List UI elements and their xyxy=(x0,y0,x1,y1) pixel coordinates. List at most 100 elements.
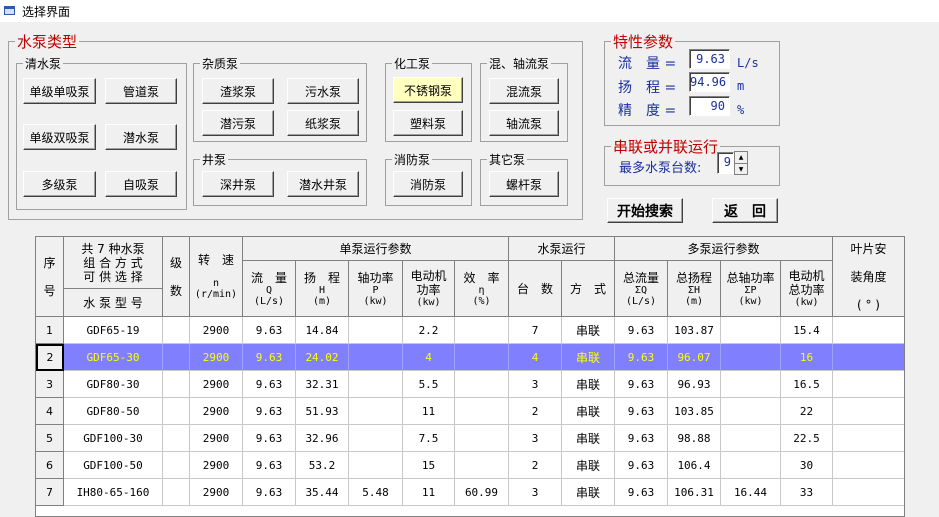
table-cell[interactable]: 2900 xyxy=(190,398,243,425)
table-cell[interactable]: 9.63 xyxy=(243,344,296,371)
table-cell[interactable]: 53.2 xyxy=(296,452,349,479)
results-grid[interactable]: 序 号共 7 种水泵组 合 方 式可 供 选 择水 泵 型 号级 数转 速 n(… xyxy=(35,236,905,517)
table-cell[interactable]: 9.63 xyxy=(243,479,296,506)
table-cell[interactable]: 106.4 xyxy=(668,452,721,479)
pulp-pump-button[interactable]: 纸浆泵 xyxy=(287,110,359,136)
table-cell[interactable]: 16.44 xyxy=(721,479,781,506)
table-cell[interactable]: 3 xyxy=(509,425,562,452)
table-cell[interactable]: 4 xyxy=(509,344,562,371)
table-cell[interactable]: 103.85 xyxy=(668,398,721,425)
table-cell[interactable]: 9.63 xyxy=(243,452,296,479)
table-cell[interactable] xyxy=(721,398,781,425)
table-cell[interactable] xyxy=(163,398,190,425)
table-cell[interactable]: 7 xyxy=(509,317,562,344)
table-cell[interactable]: 2900 xyxy=(190,479,243,506)
table-cell[interactable]: 32.96 xyxy=(296,425,349,452)
row-header[interactable]: 2 xyxy=(36,344,64,371)
table-cell[interactable]: 103.87 xyxy=(668,317,721,344)
single-stage-single-suction-button[interactable]: 单级单吸泵 xyxy=(23,78,96,104)
table-cell[interactable]: 9.63 xyxy=(243,371,296,398)
table-cell[interactable]: 9.63 xyxy=(615,452,668,479)
table-cell[interactable]: 9.63 xyxy=(615,479,668,506)
table-cell[interactable]: 96.93 xyxy=(668,371,721,398)
table-cell[interactable] xyxy=(455,317,509,344)
table-cell[interactable]: 15.4 xyxy=(781,317,833,344)
row-header[interactable]: 1 xyxy=(36,317,64,344)
table-cell[interactable]: 98.88 xyxy=(668,425,721,452)
table-cell[interactable]: 16 xyxy=(781,344,833,371)
table-cell[interactable]: 9.63 xyxy=(615,344,668,371)
table-cell[interactable]: 15 xyxy=(403,452,455,479)
table-cell[interactable] xyxy=(455,371,509,398)
self-priming-pump-button[interactable]: 自吸泵 xyxy=(105,171,177,197)
table-cell[interactable] xyxy=(721,425,781,452)
deep-well-pump-button[interactable]: 深井泵 xyxy=(202,171,274,197)
table-cell[interactable]: 2900 xyxy=(190,371,243,398)
table-cell[interactable]: 11 xyxy=(403,398,455,425)
table-cell[interactable]: 串联 xyxy=(562,398,615,425)
back-button[interactable]: 返 回 xyxy=(712,198,778,223)
table-cell[interactable]: 106.31 xyxy=(668,479,721,506)
table-cell[interactable]: 9.63 xyxy=(615,317,668,344)
multistage-pump-button[interactable]: 多级泵 xyxy=(23,171,96,197)
row-header[interactable]: 3 xyxy=(36,371,64,398)
table-cell[interactable]: 2900 xyxy=(190,317,243,344)
spin-down-icon[interactable]: ▼ xyxy=(735,163,747,175)
table-cell[interactable]: 9.63 xyxy=(615,371,668,398)
start-search-button[interactable]: 开始搜索 xyxy=(607,198,683,223)
submersible-sewage-pump-button[interactable]: 潜污泵 xyxy=(202,110,274,136)
table-cell[interactable]: 9.63 xyxy=(615,398,668,425)
table-cell[interactable]: 串联 xyxy=(562,425,615,452)
table-cell[interactable] xyxy=(163,479,190,506)
head-input[interactable]: 94.96 xyxy=(689,72,730,92)
spin-up-icon[interactable]: ▲ xyxy=(735,152,747,163)
table-cell[interactable] xyxy=(349,398,403,425)
table-cell[interactable] xyxy=(163,371,190,398)
row-header[interactable]: 7 xyxy=(36,479,64,506)
table-cell[interactable] xyxy=(349,317,403,344)
table-cell[interactable]: 60.99 xyxy=(455,479,509,506)
table-cell[interactable] xyxy=(833,425,904,452)
table-cell[interactable]: 33 xyxy=(781,479,833,506)
table-cell[interactable] xyxy=(721,317,781,344)
table-cell[interactable]: 5.48 xyxy=(349,479,403,506)
table-cell[interactable]: 2900 xyxy=(190,344,243,371)
screw-pump-button[interactable]: 螺杆泵 xyxy=(489,171,559,197)
row-header[interactable]: 6 xyxy=(36,452,64,479)
table-cell[interactable] xyxy=(163,344,190,371)
submersible-well-pump-button[interactable]: 潜水井泵 xyxy=(287,171,359,197)
table-cell[interactable] xyxy=(349,425,403,452)
table-cell[interactable]: 9.63 xyxy=(615,425,668,452)
table-cell[interactable] xyxy=(833,479,904,506)
table-cell[interactable]: GDF65-30 xyxy=(64,344,163,371)
table-cell[interactable]: 2.2 xyxy=(403,317,455,344)
table-cell[interactable] xyxy=(833,317,904,344)
table-cell[interactable]: GDF100-50 xyxy=(64,452,163,479)
stainless-steel-pump-button[interactable]: 不锈钢泵 xyxy=(393,77,463,103)
table-cell[interactable] xyxy=(455,398,509,425)
table-cell[interactable] xyxy=(163,317,190,344)
table-cell[interactable]: GDF65-19 xyxy=(64,317,163,344)
table-cell[interactable]: 35.44 xyxy=(296,479,349,506)
table-cell[interactable]: 4 xyxy=(403,344,455,371)
table-cell[interactable]: 24.02 xyxy=(296,344,349,371)
table-cell[interactable]: 串联 xyxy=(562,344,615,371)
table-cell[interactable] xyxy=(163,425,190,452)
max-pump-count-spinner[interactable]: ▲ ▼ xyxy=(734,151,748,175)
fire-pump-button[interactable]: 消防泵 xyxy=(393,171,463,197)
table-cell[interactable] xyxy=(349,371,403,398)
table-cell[interactable]: 9.63 xyxy=(243,317,296,344)
table-cell[interactable] xyxy=(833,371,904,398)
table-cell[interactable]: 16.5 xyxy=(781,371,833,398)
table-cell[interactable]: 7.5 xyxy=(403,425,455,452)
table-cell[interactable] xyxy=(833,452,904,479)
table-cell[interactable]: 2900 xyxy=(190,452,243,479)
table-cell[interactable]: 32.31 xyxy=(296,371,349,398)
plastic-pump-button[interactable]: 塑料泵 xyxy=(393,110,463,136)
table-cell[interactable]: 9.63 xyxy=(243,398,296,425)
table-cell[interactable]: 3 xyxy=(509,371,562,398)
table-cell[interactable]: IH80-65-160 xyxy=(64,479,163,506)
table-cell[interactable]: 22.5 xyxy=(781,425,833,452)
table-cell[interactable]: 2 xyxy=(509,452,562,479)
table-cell[interactable] xyxy=(455,344,509,371)
